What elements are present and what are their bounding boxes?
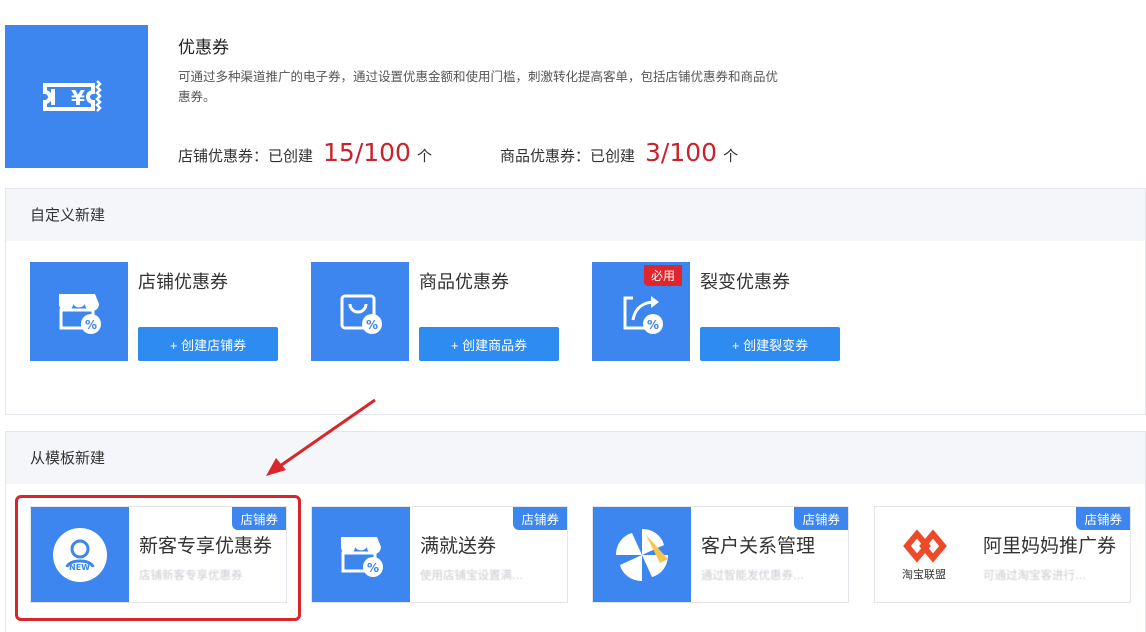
template-card-crm[interactable]: 客户关系管理 通过智能发优惠券... 店铺券: [592, 506, 849, 603]
svg-text:%: %: [366, 318, 378, 332]
create-product-coupon-button[interactable]: + 创建商品券: [419, 327, 559, 361]
logo-text: 淘宝联盟: [902, 567, 946, 581]
section-heading: 自定义新建: [30, 206, 106, 224]
stat-unit: 个: [416, 147, 432, 165]
stat-label: 商品优惠券：已创建: [500, 147, 636, 165]
highlight-box: [15, 495, 301, 621]
product-coupon-stat: 商品优惠券：已创建 3/100 个: [500, 138, 738, 167]
shop-coupon-tag: 店铺券: [794, 507, 848, 530]
product-coupon-card: % 商品优惠券 + 创建商品券: [311, 262, 571, 361]
template-desc: 使用店铺宝设置满...: [420, 568, 523, 582]
stat-count: 3/100: [645, 138, 718, 167]
create-shop-coupon-button[interactable]: + 创建店铺券: [138, 327, 278, 361]
card-title: 商品优惠券: [419, 272, 509, 293]
stat-unit: 个: [723, 147, 739, 165]
template-desc: 通过智能发优惠券...: [701, 568, 804, 582]
card-title: 裂变优惠券: [700, 272, 790, 293]
stat-count: 15/100: [323, 138, 411, 167]
shop-coupon-icon: %: [30, 262, 128, 361]
svg-text:%: %: [647, 318, 659, 332]
bag-coupon-icon: %: [311, 262, 409, 361]
svg-text:%: %: [367, 561, 379, 575]
page-title: 优惠券: [178, 38, 229, 58]
shop-coupon-card: % 店铺优惠券 + 创建店铺券: [30, 262, 290, 361]
svg-text:¥: ¥: [71, 86, 85, 110]
template-title: 满就送券: [420, 535, 497, 557]
template-title: 阿里妈妈推广券: [983, 535, 1117, 557]
taobao-union-logo: 淘宝联盟: [875, 507, 973, 602]
template-desc: 可通过淘宝客进行...: [983, 568, 1086, 582]
shop-coupon-tag: 店铺券: [513, 507, 567, 530]
shop-coupon-tag: 店铺券: [1076, 507, 1130, 530]
stat-label: 店铺优惠券：已创建: [178, 147, 314, 165]
section-heading: 从模板新建: [30, 449, 106, 467]
card-title: 店铺优惠券: [138, 272, 228, 293]
page-description: 可通过多种渠道推广的电子券，通过设置优惠金额和使用门槛，刺激转化提高客单，包括店…: [178, 69, 779, 104]
template-card-full-gift[interactable]: % 满就送券 使用店铺宝设置满... 店铺券: [311, 506, 568, 603]
svg-text:%: %: [85, 318, 97, 332]
create-share-coupon-button[interactable]: + 创建裂变券: [700, 327, 840, 361]
ticket-icon: ¥: [42, 79, 102, 112]
template-title: 客户关系管理: [701, 535, 816, 557]
shop-coupon-stat: 店铺优惠券：已创建 15/100 个: [178, 138, 432, 167]
coupon-hero-icon: ¥: [5, 25, 148, 168]
pinwheel-icon: [593, 507, 691, 602]
shop-coupon-icon: %: [312, 507, 410, 602]
share-coupon-card: % 必用 裂变优惠券 + 创建裂变券: [592, 262, 852, 361]
must-use-badge: 必用: [644, 265, 683, 286]
template-card-alimama[interactable]: 淘宝联盟 阿里妈妈推广券 可通过淘宝客进行... 店铺券: [874, 506, 1131, 603]
